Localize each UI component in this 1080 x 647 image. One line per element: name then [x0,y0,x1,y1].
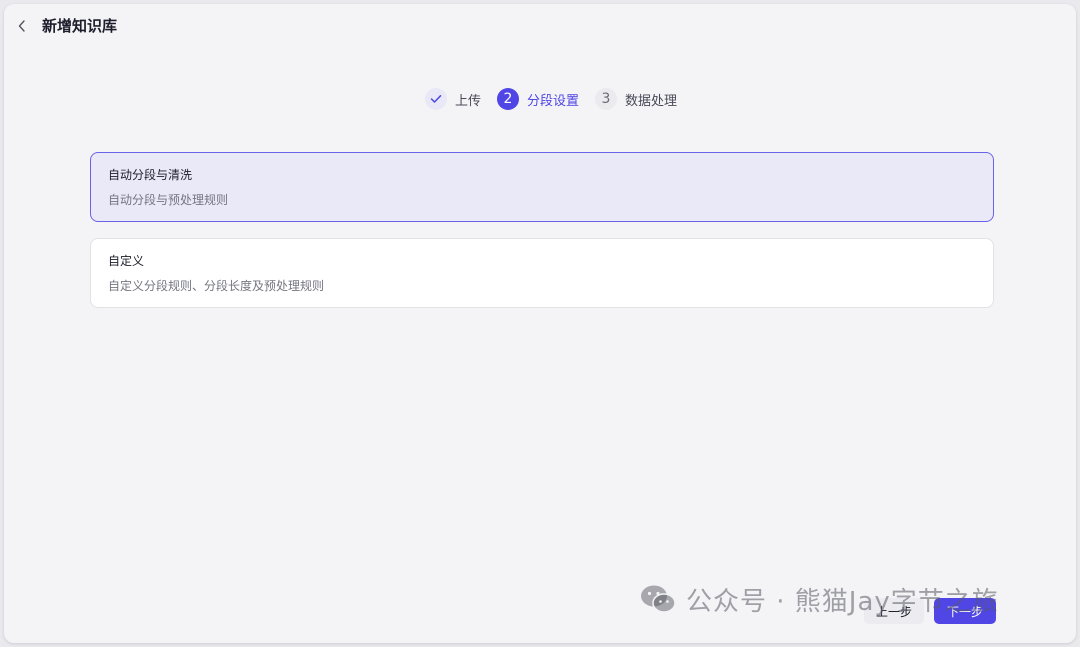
chevron-left-icon [18,20,25,32]
step-number: 2 [496,88,519,110]
back-button[interactable] [12,16,32,36]
check-icon [430,95,442,103]
step-label: 上传 [454,93,481,109]
step-segment-settings: 2 分段设置 [496,88,579,110]
page-title: 新增知识库 [42,17,118,35]
step-label: 分段设置 [526,93,579,109]
stepper: 上传 2 分段设置 3 数据处理 [4,88,1076,110]
next-step-button[interactable]: 下一步 [934,598,996,624]
header: 新增知识库 [4,4,1076,48]
option-title: 自定义 [108,254,145,268]
step-number: 3 [595,88,617,110]
option-auto-segment[interactable]: 自动分段与清洗 自动分段与预处理规则 [90,152,994,222]
option-description: 自动分段与预处理规则 [108,193,229,207]
step-upload: 上传 [424,88,481,110]
step-label: 数据处理 [625,93,678,109]
step-done-indicator [424,88,447,110]
prev-step-button[interactable]: 上一步 [864,598,924,624]
option-custom[interactable]: 自定义 自定义分段规则、分段长度及预处理规则 [90,238,994,308]
step-data-processing: 3 数据处理 [595,88,677,110]
option-title: 自动分段与清洗 [108,168,193,182]
app-window: 新增知识库 上传 2 分段设置 3 数据处理 自动分段与清洗 自动分段与预处理规… [4,4,1076,643]
option-description: 自定义分段规则、分段长度及预处理规则 [108,279,325,293]
